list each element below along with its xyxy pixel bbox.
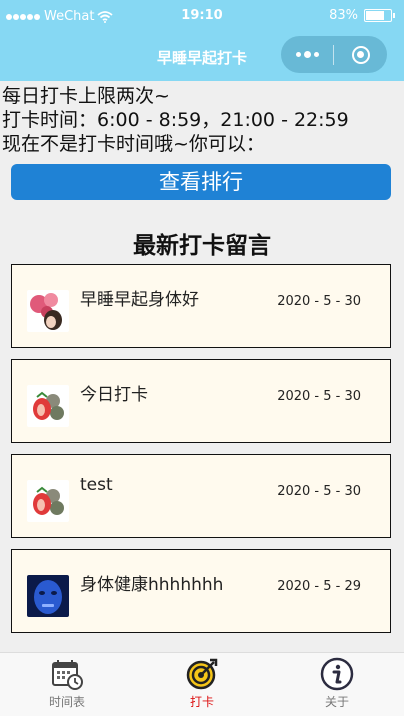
- tab-label: 时间表: [48, 695, 85, 709]
- checkin-info: 每日打卡上限两次~ 打卡时间：6:00 - 8:59，21:00 - 22:59…: [2, 84, 349, 156]
- section-title: 最新打卡留言: [133, 233, 271, 259]
- checkin-time-text: 打卡时间：6:00 - 8:59，21:00 - 22:59: [2, 109, 349, 131]
- mini-program-capsule: [281, 36, 387, 73]
- post-card[interactable]: 早睡早起身体好 2020 - 5 - 30: [11, 264, 391, 348]
- nav-bar: 早睡早起打卡: [0, 33, 404, 81]
- post-date: 2020 - 5 - 30: [277, 484, 361, 499]
- post-card[interactable]: 今日打卡 2020 - 5 - 30: [11, 359, 391, 443]
- post-message: test: [80, 475, 113, 495]
- view-ranking-button[interactable]: 查看排行: [11, 164, 391, 200]
- more-menu-icon[interactable]: [281, 50, 333, 58]
- strawberry-avatar: [27, 480, 69, 522]
- battery-percent: 83%: [329, 8, 358, 23]
- post-message: 身体健康hhhhhhh: [80, 575, 224, 595]
- not-checkin-time-text: 现在不是打卡时间哦~你可以：: [2, 133, 265, 155]
- post-message: 早睡早起身体好: [80, 290, 199, 310]
- post-card[interactable]: test 2020 - 5 - 30: [11, 454, 391, 538]
- target-icon: [186, 658, 218, 690]
- status-bar: WeChat 19:10 83%: [0, 0, 404, 33]
- tab-bar: 时间表 打卡 关于: [0, 652, 404, 716]
- daily-limit-text: 每日打卡上限两次~: [2, 85, 170, 107]
- post-card[interactable]: 身体健康hhhhhhh 2020 - 5 - 29: [11, 549, 391, 633]
- blue-face-avatar: [27, 575, 69, 617]
- tab-about[interactable]: 关于: [270, 653, 404, 716]
- post-message: 今日打卡: [80, 385, 148, 405]
- battery-icon: [364, 9, 395, 22]
- close-mini-program-icon[interactable]: [334, 45, 387, 64]
- post-date: 2020 - 5 - 30: [277, 389, 361, 404]
- tab-label: 关于: [324, 695, 349, 709]
- tab-label: 打卡: [189, 695, 214, 709]
- post-date: 2020 - 5 - 30: [277, 294, 361, 309]
- info-icon: [320, 657, 354, 691]
- tab-checkin[interactable]: 打卡: [135, 653, 269, 716]
- post-date: 2020 - 5 - 29: [277, 579, 361, 594]
- flowers-avatar: [27, 290, 69, 332]
- post-list: 早睡早起身体好 2020 - 5 - 30 今日打卡 2020 - 5 - 30: [11, 264, 391, 644]
- tab-schedule[interactable]: 时间表: [0, 653, 134, 716]
- strawberry-avatar: [27, 385, 69, 427]
- calendar-clock-icon: [52, 660, 83, 690]
